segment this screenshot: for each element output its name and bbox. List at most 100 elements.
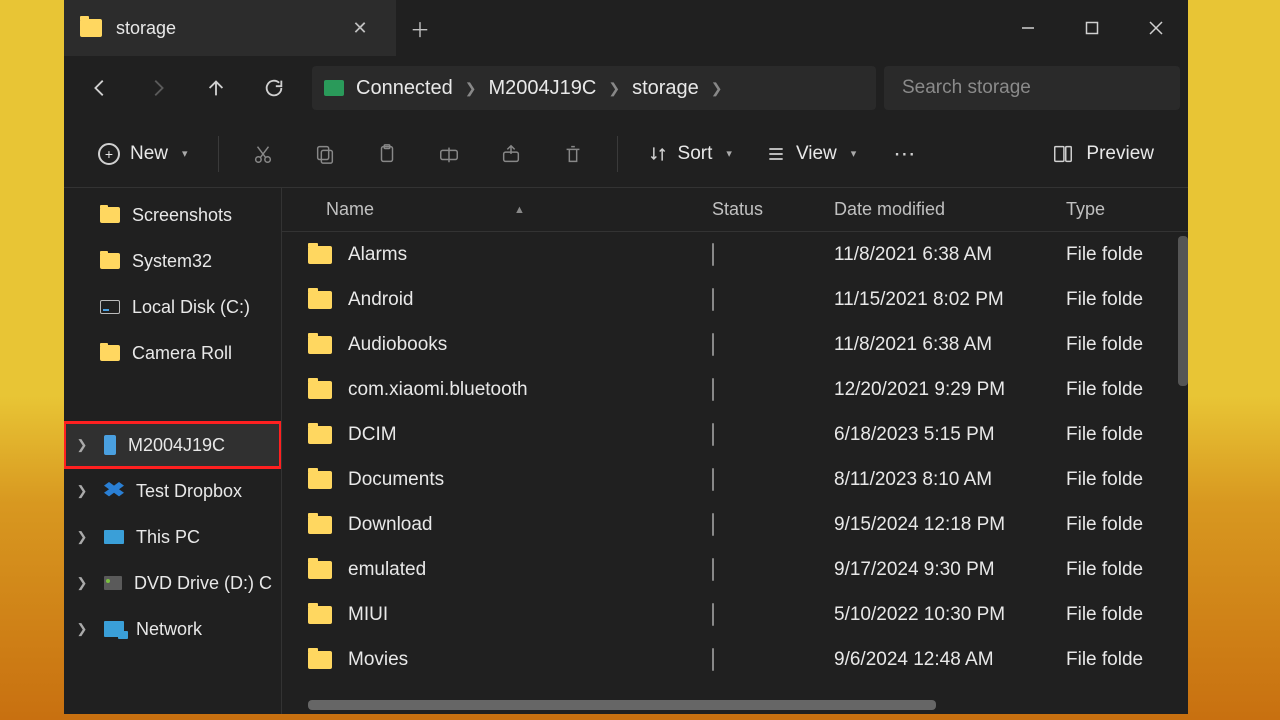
file-explorer-window: storage ✕ ＋ xyxy=(64,0,1188,714)
share-button[interactable] xyxy=(483,132,539,176)
sidebar-item-dvd[interactable]: ❯ DVD Drive (D:) C xyxy=(64,560,281,606)
chevron-right-icon: ❯ xyxy=(465,80,477,97)
file-date: 11/15/2021 8:02 PM xyxy=(824,289,1056,311)
sidebar-item-screenshots[interactable]: Screenshots xyxy=(64,192,281,238)
delete-button[interactable] xyxy=(545,132,601,176)
status-icon xyxy=(712,288,714,311)
chevron-right-icon[interactable]: ❯ xyxy=(72,529,92,545)
status-icon xyxy=(712,243,714,266)
sort-label: Sort xyxy=(678,143,713,165)
sidebar-item-dropbox[interactable]: ❯ Test Dropbox xyxy=(64,468,281,514)
folder-icon xyxy=(308,246,332,264)
minimize-button[interactable] xyxy=(996,0,1060,56)
chevron-right-icon[interactable]: ❯ xyxy=(72,483,92,499)
table-row[interactable]: MIUI5/10/2022 10:30 PMFile folde xyxy=(282,592,1188,637)
new-tab-button[interactable]: ＋ xyxy=(396,0,444,56)
phone-icon xyxy=(104,435,116,455)
table-row[interactable]: DCIM6/18/2023 5:15 PMFile folde xyxy=(282,412,1188,457)
status-icon xyxy=(712,423,714,446)
view-button[interactable]: View ▾ xyxy=(752,132,870,176)
sidebar-item-label: Network xyxy=(136,619,202,640)
search-input[interactable]: Search storage xyxy=(884,66,1180,110)
sidebar-item-camera-roll[interactable]: Camera Roll xyxy=(64,330,281,376)
paste-button[interactable] xyxy=(359,132,415,176)
plus-circle-icon: + xyxy=(98,143,120,165)
device-icon xyxy=(324,80,344,96)
forward-button[interactable] xyxy=(130,64,186,112)
table-row[interactable]: Documents8/11/2023 8:10 AMFile folde xyxy=(282,457,1188,502)
folder-icon xyxy=(308,606,332,624)
file-date: 11/8/2021 6:38 AM xyxy=(824,334,1056,356)
file-name: Android xyxy=(348,289,414,311)
file-type: File folde xyxy=(1056,244,1188,266)
file-type: File folde xyxy=(1056,469,1188,491)
maximize-button[interactable] xyxy=(1060,0,1124,56)
column-headers: Name ▲ Status Date modified Type xyxy=(282,188,1188,232)
column-date[interactable]: Date modified xyxy=(824,199,1056,220)
table-row[interactable]: Movies9/6/2024 12:48 AMFile folde xyxy=(282,637,1188,682)
folder-icon xyxy=(80,19,102,37)
table-row[interactable]: Alarms11/8/2021 6:38 AMFile folde xyxy=(282,232,1188,277)
column-name[interactable]: Name ▲ xyxy=(282,199,702,220)
sidebar-item-label: Local Disk (C:) xyxy=(132,297,250,318)
copy-button[interactable] xyxy=(297,132,353,176)
file-type: File folde xyxy=(1056,514,1188,536)
chevron-right-icon: ❯ xyxy=(711,80,723,97)
file-date: 12/20/2021 9:29 PM xyxy=(824,379,1056,401)
chevron-right-icon[interactable]: ❯ xyxy=(72,437,92,453)
file-name: DCIM xyxy=(348,424,397,446)
table-row[interactable]: Audiobooks 11/8/2021 6:38 AMFile folde xyxy=(282,322,1188,367)
breadcrumb[interactable]: Connected ❯ M2004J19C ❯ storage ❯ xyxy=(312,66,876,110)
chevron-right-icon[interactable]: ❯ xyxy=(72,621,92,637)
sort-asc-icon: ▲ xyxy=(514,204,525,216)
file-type: File folde xyxy=(1056,649,1188,671)
column-type[interactable]: Type xyxy=(1056,199,1188,220)
column-status[interactable]: Status xyxy=(702,199,824,220)
preview-button[interactable]: Preview xyxy=(1038,143,1168,165)
folder-icon xyxy=(308,336,332,354)
file-name: Audiobooks xyxy=(348,334,447,356)
breadcrumb-item[interactable]: storage xyxy=(632,77,699,100)
sidebar-item-network[interactable]: ❯ Network xyxy=(64,606,281,652)
cut-button[interactable] xyxy=(235,132,291,176)
sidebar-item-label: Screenshots xyxy=(132,205,232,226)
breadcrumb-item[interactable]: Connected xyxy=(356,77,453,100)
file-type: File folde xyxy=(1056,334,1188,356)
network-icon xyxy=(104,621,124,637)
rename-button[interactable] xyxy=(421,132,477,176)
table-row[interactable]: com.xiaomi.bluetooth12/20/2021 9:29 PMFi… xyxy=(282,367,1188,412)
sort-button[interactable]: Sort ▾ xyxy=(634,132,746,176)
sidebar-item-system32[interactable]: System32 xyxy=(64,238,281,284)
dropbox-icon xyxy=(104,482,124,500)
file-type: File folde xyxy=(1056,424,1188,446)
window-controls xyxy=(996,0,1188,56)
table-row[interactable]: Android11/15/2021 8:02 PMFile folde xyxy=(282,277,1188,322)
tab-storage[interactable]: storage ✕ xyxy=(64,0,396,56)
sidebar-item-local-disk[interactable]: Local Disk (C:) xyxy=(64,284,281,330)
navbar: Connected ❯ M2004J19C ❯ storage ❯ Search… xyxy=(64,56,1188,120)
breadcrumb-item[interactable]: M2004J19C xyxy=(488,77,596,100)
folder-icon xyxy=(100,253,120,269)
titlebar: storage ✕ ＋ xyxy=(64,0,1188,56)
tab-close-button[interactable]: ✕ xyxy=(340,18,380,39)
chevron-right-icon[interactable]: ❯ xyxy=(72,575,92,591)
table-row[interactable]: Download9/15/2024 12:18 PMFile folde xyxy=(282,502,1188,547)
new-button[interactable]: + New ▾ xyxy=(84,132,202,176)
horizontal-scrollbar[interactable] xyxy=(308,700,936,710)
folder-icon xyxy=(308,291,332,309)
file-type: File folde xyxy=(1056,559,1188,581)
vertical-scrollbar[interactable] xyxy=(1178,236,1188,386)
file-name: Download xyxy=(348,514,433,536)
close-button[interactable] xyxy=(1124,0,1188,56)
sidebar-item-phone[interactable]: ❯ M2004J19C xyxy=(64,422,281,468)
back-button[interactable] xyxy=(72,64,128,112)
folder-icon xyxy=(308,516,332,534)
status-icon xyxy=(712,603,714,626)
table-row[interactable]: emulated9/17/2024 9:30 PMFile folde xyxy=(282,547,1188,592)
refresh-button[interactable] xyxy=(246,64,302,112)
more-button[interactable]: ⋯ xyxy=(876,132,932,176)
chevron-down-icon: ▾ xyxy=(182,147,188,160)
preview-label: Preview xyxy=(1086,143,1154,165)
sidebar-item-this-pc[interactable]: ❯ This PC xyxy=(64,514,281,560)
up-button[interactable] xyxy=(188,64,244,112)
